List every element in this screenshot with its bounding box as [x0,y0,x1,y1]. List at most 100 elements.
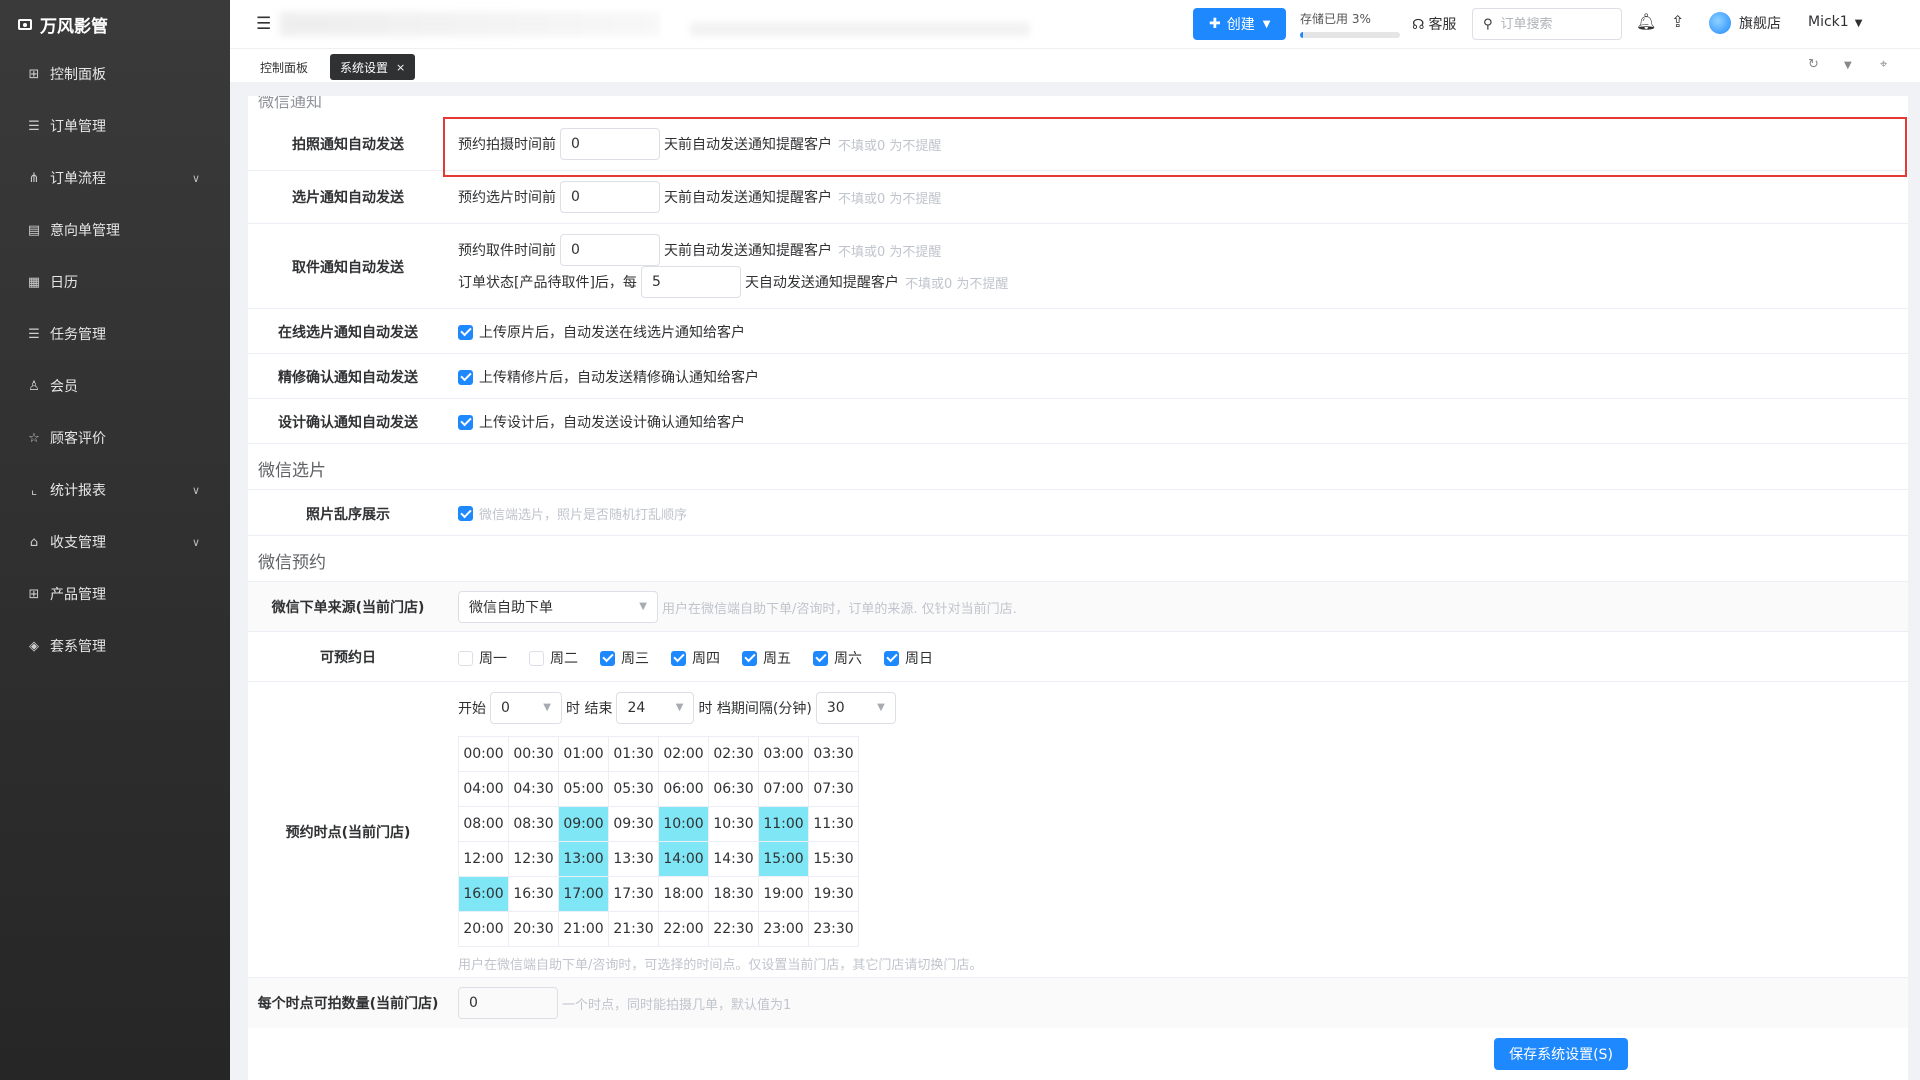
time-slot[interactable]: 12:30 [508,841,559,877]
time-slot[interactable]: 03:30 [808,736,859,772]
pickup-notify-days-input[interactable] [560,234,660,266]
time-slot[interactable]: 15:30 [808,841,859,877]
time-slot[interactable]: 06:00 [658,771,709,807]
upload-icon[interactable]: ⇪ [1671,12,1684,31]
photo-notify-days-input[interactable] [560,128,660,160]
time-slot[interactable]: 04:30 [508,771,559,807]
time-slot[interactable]: 04:00 [458,771,509,807]
sidebar-item[interactable]: ♙ 会员 [0,360,230,412]
time-slot[interactable]: 07:30 [808,771,859,807]
capacity-input[interactable] [458,987,558,1019]
day-checkbox[interactable] [742,650,757,666]
interval-select[interactable]: 30 ▼ [815,692,896,724]
shop-switcher[interactable]: 旗舰店 [1709,12,1781,34]
time-slot[interactable]: 22:30 [708,911,759,947]
customer-service[interactable]: ☊ 客服 [1412,14,1456,34]
time-slot[interactable]: 03:00 [758,736,809,772]
sidebar-item[interactable]: ⌞ 统计报表 ∨ [0,464,230,516]
day-checkbox[interactable] [884,650,899,666]
time-slot[interactable]: 09:00 [558,806,609,842]
design-checkbox[interactable] [458,414,473,430]
pin-icon[interactable]: ⌖ [1880,57,1887,72]
order-search[interactable]: ⚲ [1472,8,1622,40]
day-checkbox[interactable] [671,650,686,666]
time-slot[interactable]: 01:00 [558,736,609,772]
time-slot[interactable]: 23:00 [758,911,809,947]
time-slot[interactable]: 16:30 [508,876,559,912]
time-slot[interactable]: 14:00 [658,841,709,877]
time-slot[interactable]: 20:00 [458,911,509,947]
sidebar-item[interactable]: ◈ 套系管理 [0,620,230,672]
time-slot[interactable]: 11:30 [808,806,859,842]
time-slot[interactable]: 08:00 [458,806,509,842]
time-slot[interactable]: 19:00 [758,876,809,912]
app-logo[interactable]: 万风影管 [0,0,230,48]
time-slot[interactable]: 01:30 [608,736,659,772]
sidebar-item[interactable]: ☰ 订单管理 [0,100,230,152]
sidebar-item[interactable]: ☰ 任务管理 [0,308,230,360]
menu-toggle-icon[interactable]: ☰ [256,14,271,34]
search-input[interactable] [1500,16,1601,32]
day-checkbox[interactable] [600,650,615,666]
day-checkbox[interactable] [529,650,544,666]
time-slot[interactable]: 10:00 [658,806,709,842]
select-notify-days-input[interactable] [560,181,660,213]
online-select-checkbox[interactable] [458,324,473,340]
day-checkbox[interactable] [813,650,828,666]
time-slot[interactable]: 05:00 [558,771,609,807]
sidebar-item[interactable]: ☆ 顾客评价 [0,412,230,464]
sidebar-item[interactable]: ⌂ 收支管理 ∨ [0,516,230,568]
sidebar-item[interactable]: ▦ 日历 [0,256,230,308]
time-slot[interactable]: 00:00 [458,736,509,772]
day-option[interactable]: 周日 [884,648,933,668]
time-slot[interactable]: 20:30 [508,911,559,947]
start-hour-select[interactable]: 0 ▼ [490,692,562,724]
time-slot[interactable]: 13:00 [558,841,609,877]
shuffle-checkbox[interactable] [458,506,473,521]
time-slot[interactable]: 07:00 [758,771,809,807]
user-menu[interactable]: Mick1 ▼ [1808,14,1862,30]
time-slot[interactable]: 18:30 [708,876,759,912]
refresh-icon[interactable]: ↻ [1808,57,1819,72]
day-option[interactable]: 周一 [458,648,507,668]
retouch-checkbox[interactable] [458,369,473,385]
time-slot[interactable]: 02:00 [658,736,709,772]
bell-icon[interactable]: 🔔︎ [1636,12,1656,31]
save-settings-button[interactable]: 保存系统设置(S) [1494,1038,1628,1070]
pickup-repeat-days-input[interactable] [640,266,741,298]
time-slot[interactable]: 16:00 [458,876,509,912]
time-slot[interactable]: 23:30 [808,911,859,947]
day-option[interactable]: 周二 [529,648,578,668]
time-slot[interactable]: 21:30 [608,911,659,947]
day-option[interactable]: 周六 [813,648,862,668]
time-slot[interactable]: 14:30 [708,841,759,877]
tab-dashboard[interactable]: 控制面板 [250,54,318,80]
sidebar-item[interactable]: ⋔ 订单流程 ∨ [0,152,230,204]
time-slot[interactable]: 22:00 [658,911,709,947]
time-slot[interactable]: 12:00 [458,841,509,877]
day-option[interactable]: 周四 [671,648,720,668]
time-slot[interactable]: 15:00 [758,841,809,877]
sidebar-item[interactable]: ▤ 意向单管理 [0,204,230,256]
sidebar-item[interactable]: ⊞ 产品管理 [0,568,230,620]
chevron-down-icon[interactable]: ▼ [1844,60,1852,71]
time-slot[interactable]: 17:30 [608,876,659,912]
time-slot[interactable]: 08:30 [508,806,559,842]
time-slot[interactable]: 05:30 [608,771,659,807]
time-slot[interactable]: 06:30 [708,771,759,807]
end-hour-select[interactable]: 24 ▼ [616,692,695,724]
day-checkbox[interactable] [458,650,473,666]
time-slot[interactable]: 13:30 [608,841,659,877]
time-slot[interactable]: 21:00 [558,911,609,947]
time-slot[interactable]: 17:00 [558,876,609,912]
time-slot[interactable]: 09:30 [608,806,659,842]
time-slot[interactable]: 10:30 [708,806,759,842]
create-button[interactable]: ✚ 创建 ▼ [1193,8,1287,40]
time-slot[interactable]: 02:30 [708,736,759,772]
close-icon[interactable]: × [396,61,405,74]
time-slot[interactable]: 11:00 [758,806,809,842]
order-source-select[interactable]: 微信自助下单 ▼ [458,591,658,623]
time-slot[interactable]: 00:30 [508,736,559,772]
tab-system-settings[interactable]: 系统设置 × [330,54,416,80]
day-option[interactable]: 周三 [600,648,649,668]
